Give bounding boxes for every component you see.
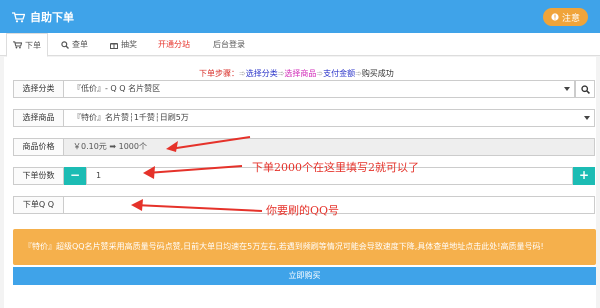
chevron-down-icon [584,116,590,120]
notice-label: 注意 [561,13,580,24]
price-field: ￥0.10元 ➡ 1000个 [64,138,595,156]
product-label: 选择商品 [13,109,64,127]
tab-order[interactable]: 下单 [6,33,48,57]
order-panel: 下单步骤：➾选择分类➾选择商品➾支付金额➾购买成功 选择分类 『低价』- Q Q… [4,57,596,308]
category-select[interactable]: 『低价』- Q Q 名片赞区 [64,80,575,98]
tab-label: 开通分站 [158,40,190,49]
tab-admin-login[interactable]: 后台登录 [207,33,251,56]
page-title: 自助下单 [12,9,74,25]
buy-now-label: 立即购买 [288,271,321,280]
steps-prefix: 下单步骤： [199,69,239,78]
tab-bar: 下单 查单 抽奖 开通分站 后台登录 [0,33,600,57]
quantity-minus-button[interactable]: − [64,167,86,185]
tab-label: 下单 [25,40,41,50]
category-value: 『低价』- Q Q 名片赞区 [73,84,161,93]
qq-annotation: 你要刷的QQ号 [266,204,340,217]
category-row: 选择分类 『低价』- Q Q 名片赞区 [13,80,595,98]
tab-lottery[interactable]: 抽奖 [104,33,143,56]
step-success: 购买成功 [361,69,394,78]
top-bar: 自助下单 注意 [0,0,600,33]
page-title-text: 自助下单 [30,11,74,24]
category-label: 选择分类 [13,80,64,98]
buy-now-button[interactable]: 立即购买 [13,267,596,285]
quantity-plus-button[interactable]: + [573,167,595,185]
gift-icon [110,42,118,49]
cart-icon [13,41,22,49]
cart-icon [12,11,25,22]
product-value: 『特价』名片赞┆1千赞┆日刷5万 [73,113,189,122]
quantity-value: 1 [96,171,102,180]
warning-banner: 『特价』超级QQ名片赞采用高质量号码点赞,日前大单日均速在5万左右,若遇到频刷等… [13,229,596,265]
quantity-label: 下单份数 [13,167,64,185]
category-search-button[interactable] [575,80,595,98]
tab-label: 查单 [72,40,88,49]
search-icon [61,40,69,49]
order-steps: 下单步骤：➾选择分类➾选择商品➾支付金额➾购买成功 [199,68,394,79]
product-select[interactable]: 『特价』名片赞┆1千赞┆日刷5万 [64,109,595,127]
notice-button[interactable]: 注意 [542,8,588,26]
product-row: 选择商品 『特价』名片赞┆1千赞┆日刷5万 [13,109,595,127]
price-value: ￥0.10元 ➡ 1000个 [73,142,147,151]
chevron-down-icon [564,87,570,91]
step-select-product: 选择商品 [284,69,317,78]
page: 自助下单 注意 下单 查单 抽奖 开通分站 后台登录 下单步骤：➾选择分类➾选择… [0,0,600,308]
step-separator: ➾ [355,69,362,78]
warning-text: 『特价』超级QQ名片赞采用高质量号码点赞,日前大单日均速在5万左右,若遇到频刷等… [24,242,544,251]
tab-query[interactable]: 查单 [55,33,94,56]
tab-label: 后台登录 [213,40,245,49]
step-separator: ➾ [239,69,246,78]
price-row: 商品价格 ￥0.10元 ➡ 1000个 [13,138,595,156]
step-pay: 支付金额 [323,69,356,78]
search-icon [580,84,590,94]
tab-label: 抽奖 [121,40,137,49]
warning-icon [551,13,559,21]
tab-open-substation[interactable]: 开通分站 [152,33,196,56]
qq-label: 下单Q Q [13,196,64,214]
step-select-category: 选择分类 [245,69,278,78]
quantity-annotation: 下单2000个在这里填写2就可以了 [252,161,419,174]
price-label: 商品价格 [13,138,64,156]
